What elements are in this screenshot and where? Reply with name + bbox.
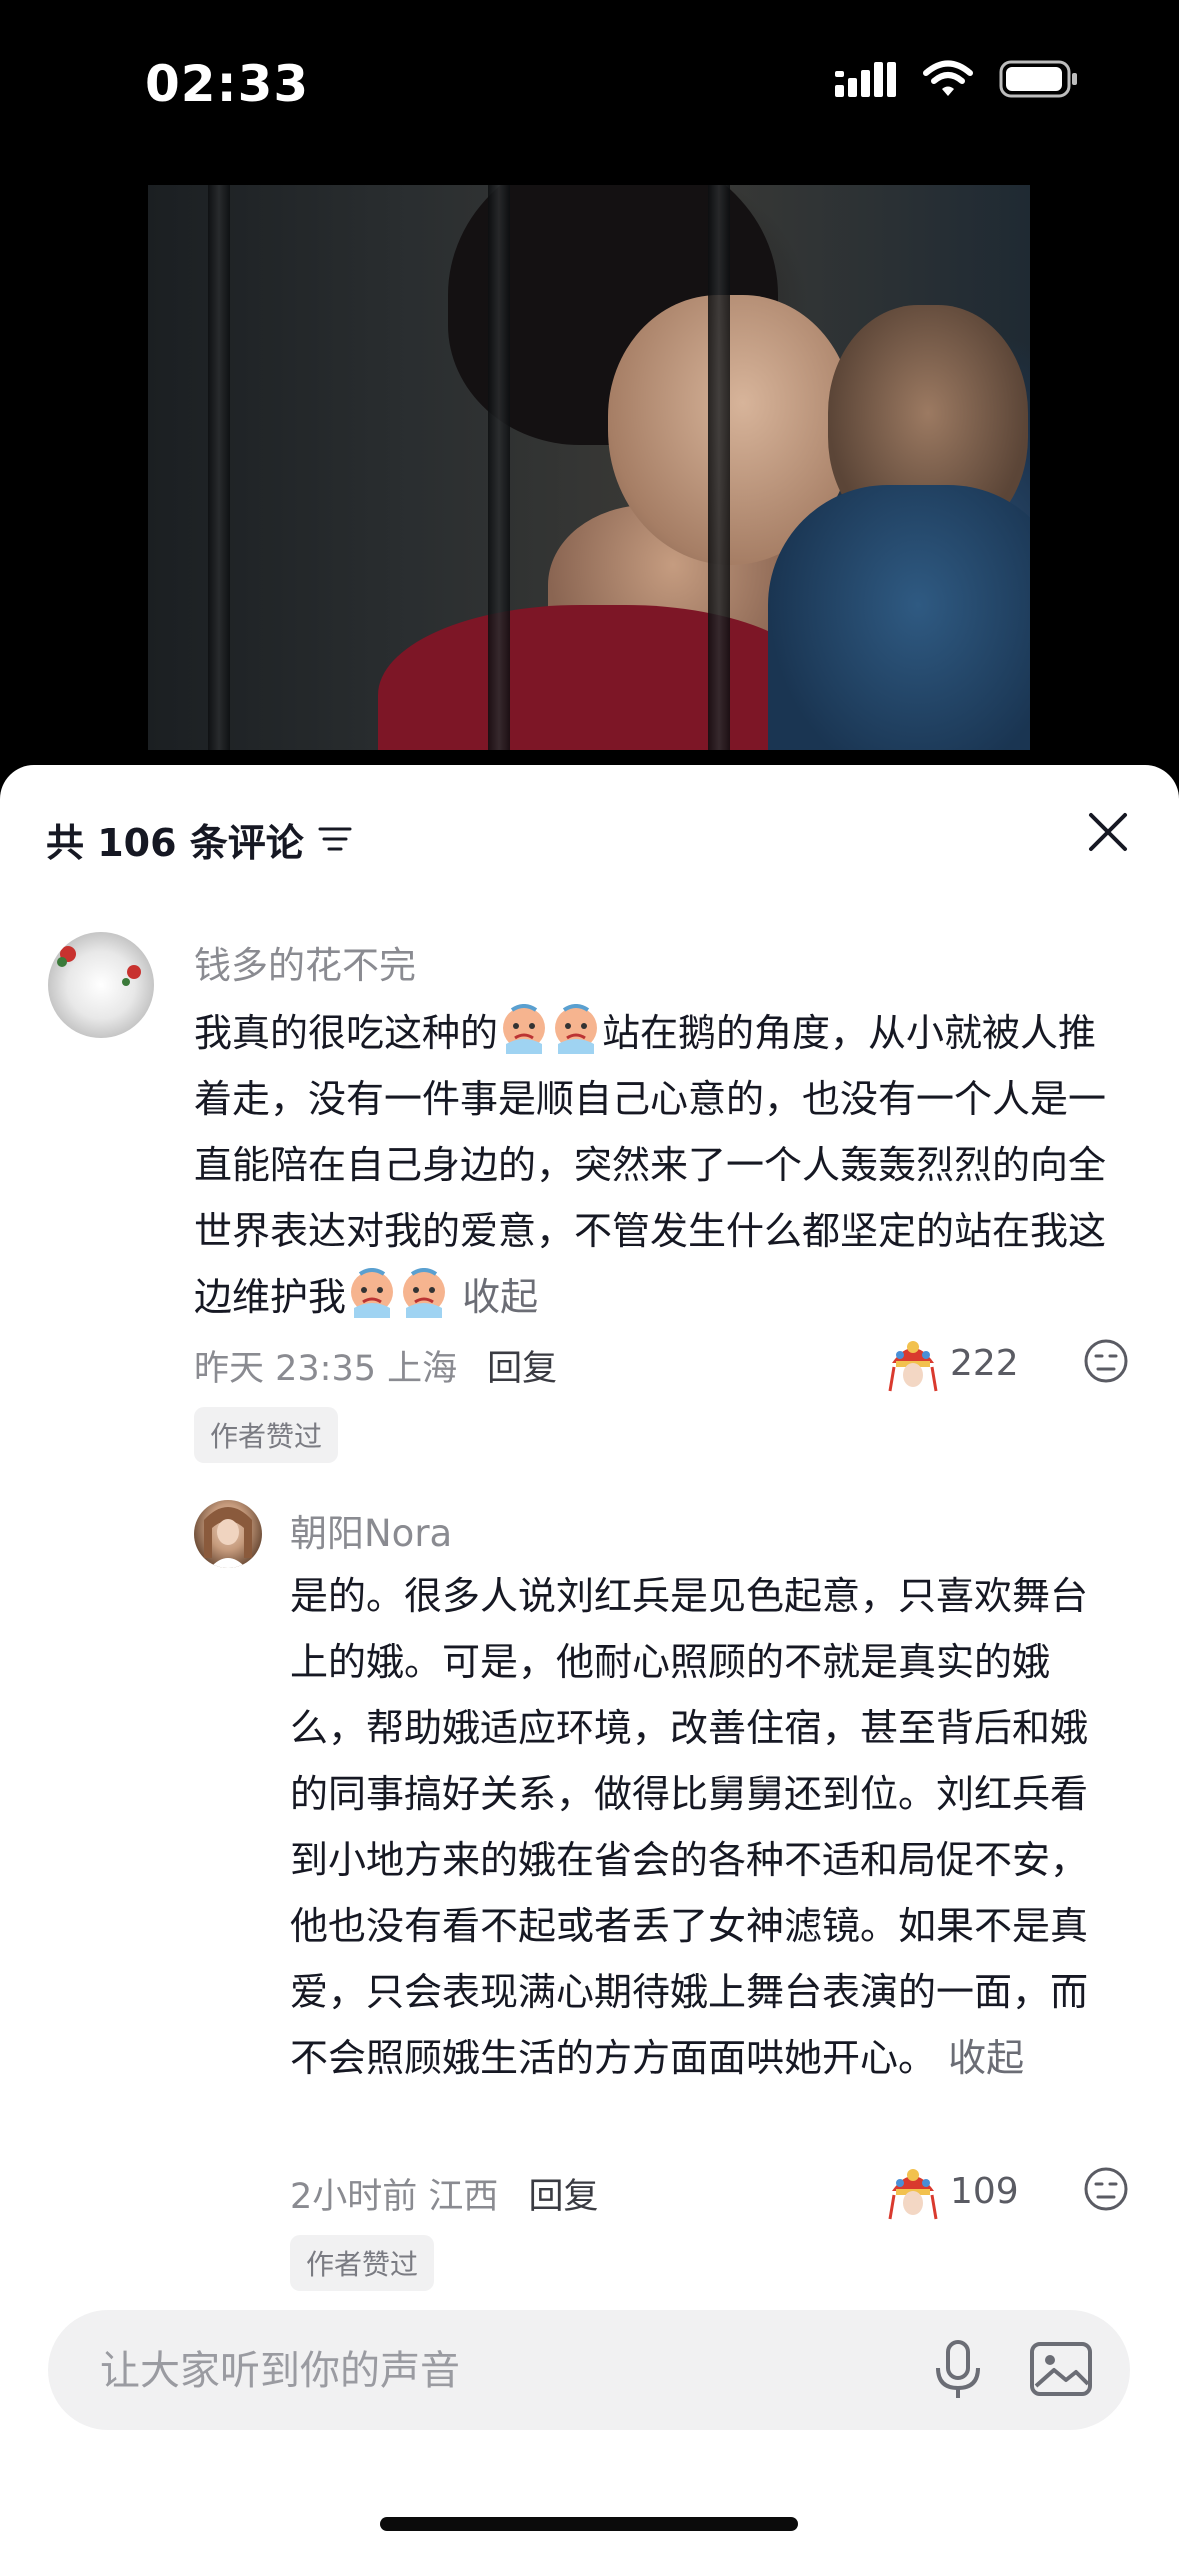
status-bar: 02:33	[0, 0, 1179, 170]
wifi-icon	[923, 60, 973, 96]
author-liked-badge: 作者赞过	[290, 2235, 435, 2291]
comment-location: 江西	[428, 2177, 499, 2217]
video-shape	[708, 185, 730, 750]
comment-location: 上海	[387, 1349, 458, 1389]
avatar-flower-icon	[57, 946, 141, 986]
avatar-person-icon	[204, 1507, 252, 1568]
author-liked-badge: 作者赞过	[194, 1407, 339, 1463]
dislike-face-icon[interactable]	[1082, 2165, 1130, 2213]
comment-meta-info: 2小时前 江西	[290, 2168, 498, 2219]
comments-panel: 共 106 条评论 钱多的花不完 我真的很吃这种的 站在鹅的角度，从小就被人推着走…	[0, 765, 1179, 2556]
comment-username[interactable]: 朝阳Nora	[290, 1503, 452, 1557]
avatar[interactable]	[194, 1500, 262, 1568]
like-button[interactable]: 109	[886, 2161, 1019, 2221]
home-indicator[interactable]	[380, 2517, 798, 2531]
collapse-link[interactable]: 收起	[462, 1275, 538, 1319]
like-button[interactable]: 222	[886, 1333, 1019, 1393]
reply-button[interactable]: 回复	[487, 1340, 557, 1391]
comment-input[interactable]	[98, 2310, 922, 2432]
microphone-icon[interactable]	[928, 2338, 988, 2402]
comment-meta-info: 昨天 23:35 上海	[194, 1340, 457, 1391]
opera-crown-like-icon	[888, 2169, 938, 2220]
comment-input-bar	[48, 2310, 1130, 2432]
reply-button[interactable]: 回复	[528, 2168, 598, 2219]
comment-text-body: 是的。很多人说刘红兵是见色起意，只喜欢舞台上的娥。可是，他耐心照顾的不就是真实的…	[290, 1574, 1089, 2080]
comment-time: 2小时前	[290, 2177, 418, 2217]
sort-filter-icon[interactable]	[318, 824, 352, 854]
close-icon[interactable]	[1083, 807, 1133, 857]
battery-icon	[999, 60, 1077, 98]
status-icons	[835, 60, 1079, 98]
comment-text-part: 我真的很吃这种的	[194, 1011, 499, 1055]
crying-emoji-icon	[503, 1004, 546, 1054]
status-time: 02:33	[145, 55, 310, 113]
comment-meta: 昨天 23:35 上海 回复	[194, 1340, 557, 1391]
crying-emoji-icon	[403, 1268, 446, 1318]
avatar[interactable]	[48, 932, 154, 1038]
comment-username[interactable]: 钱多的花不完	[194, 935, 416, 989]
comment-text-part: 站在鹅的角度，从小就被人推着走，没有一件事是顺自己心意的，也没有一个人是一直能陪…	[194, 1011, 1107, 1319]
comment-text: 是的。很多人说刘红兵是见色起意，只喜欢舞台上的娥。可是，他耐心照顾的不就是真实的…	[290, 1563, 1120, 2091]
like-count: 222	[950, 1342, 1019, 1384]
video-shape	[208, 185, 230, 750]
image-icon[interactable]	[1028, 2338, 1094, 2400]
comment-text: 我真的很吃这种的 站在鹅的角度，从小就被人推着走，没有一件事是顺自己心意的，也没有…	[194, 1000, 1124, 1330]
like-count: 109	[950, 2170, 1019, 2212]
comments-count-title: 共 106 条评论	[46, 820, 304, 865]
signal-icon	[835, 62, 896, 97]
opera-crown-like-icon	[888, 1341, 938, 1392]
comment-time: 昨天 23:35	[194, 1349, 376, 1389]
video-shape	[768, 485, 1030, 750]
dislike-face-icon[interactable]	[1082, 1337, 1130, 1385]
crying-emoji-icon	[555, 1004, 598, 1054]
video-player[interactable]	[148, 185, 1030, 750]
comments-header: 共 106 条评论	[46, 809, 352, 869]
collapse-link[interactable]: 收起	[948, 2036, 1024, 2080]
crying-emoji-icon	[351, 1268, 394, 1318]
video-shape	[488, 185, 510, 750]
comment-meta: 2小时前 江西 回复	[290, 2168, 598, 2219]
